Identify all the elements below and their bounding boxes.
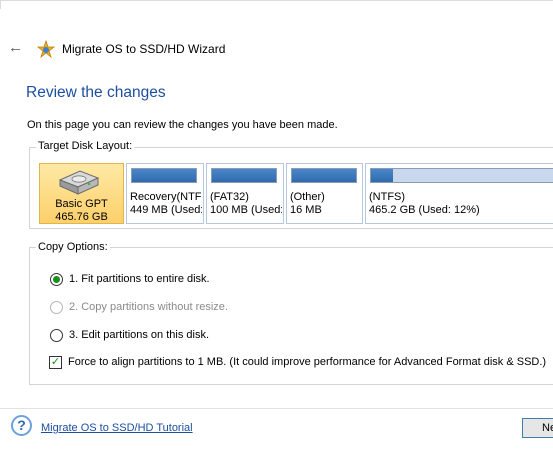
disk-layout-legend: Target Disk Layout: — [36, 140, 135, 152]
partition-usage-fill — [212, 169, 276, 182]
align-1mb-checkbox[interactable]: ✓ — [49, 356, 62, 369]
hard-disk-icon — [58, 170, 100, 195]
partition-usage-bar — [370, 168, 553, 183]
partition-size: 449 MB (Used: — [130, 204, 202, 216]
partition-usage-fill — [132, 169, 196, 182]
partition-size: 465.2 GB (Used: 12%) — [369, 204, 480, 216]
partition-name: (NTFS) — [369, 191, 406, 203]
disk-size-label: 465.76 GB — [55, 211, 108, 223]
partition-size: 16 MB — [290, 204, 322, 216]
fit-partitions-label[interactable]: 1. Fit partitions to entire disk. — [69, 273, 210, 285]
wizard-title: Migrate OS to SSD/HD Wizard — [62, 42, 226, 56]
wizard-logo-icon — [36, 39, 56, 59]
partition-size: 100 MB (Used: — [210, 204, 282, 216]
partition-usage-fill — [371, 169, 393, 182]
edit-partitions-radio[interactable] — [50, 329, 63, 342]
partition-usage-bar — [131, 168, 197, 183]
copy-without-resize-label[interactable]: 2. Copy partitions without resize. — [69, 301, 228, 313]
partition-name: (FAT32) — [210, 191, 249, 203]
tutorial-link[interactable]: Migrate OS to SSD/HD Tutorial — [41, 422, 193, 434]
footer-divider — [0, 408, 553, 409]
partition-usage-bar — [291, 168, 357, 183]
next-button[interactable]: Next — [522, 418, 553, 438]
copy-options-legend: Copy Options: — [36, 241, 110, 253]
edit-partitions-label[interactable]: 3. Edit partitions on this disk. — [69, 329, 209, 341]
window-frame — [0, 0, 553, 9]
partition-name: (Other) — [290, 191, 325, 203]
page-title: Review the changes — [26, 84, 166, 101]
partition-usage-fill — [292, 169, 356, 182]
align-1mb-label[interactable]: Force to align partitions to 1 MB. (It c… — [68, 356, 546, 368]
partition-usage-bar — [211, 168, 277, 183]
radio-dot — [53, 276, 60, 283]
partition-name: Recovery(NTF — [130, 191, 202, 203]
help-icon[interactable]: ? — [11, 415, 32, 436]
fit-partitions-radio[interactable] — [50, 273, 63, 286]
copy-without-resize-radio[interactable] — [50, 301, 63, 314]
page-description: On this page you can review the changes … — [27, 119, 338, 131]
back-arrow-icon[interactable]: ← — [8, 40, 24, 55]
disk-type-label: Basic GPT — [55, 198, 108, 210]
